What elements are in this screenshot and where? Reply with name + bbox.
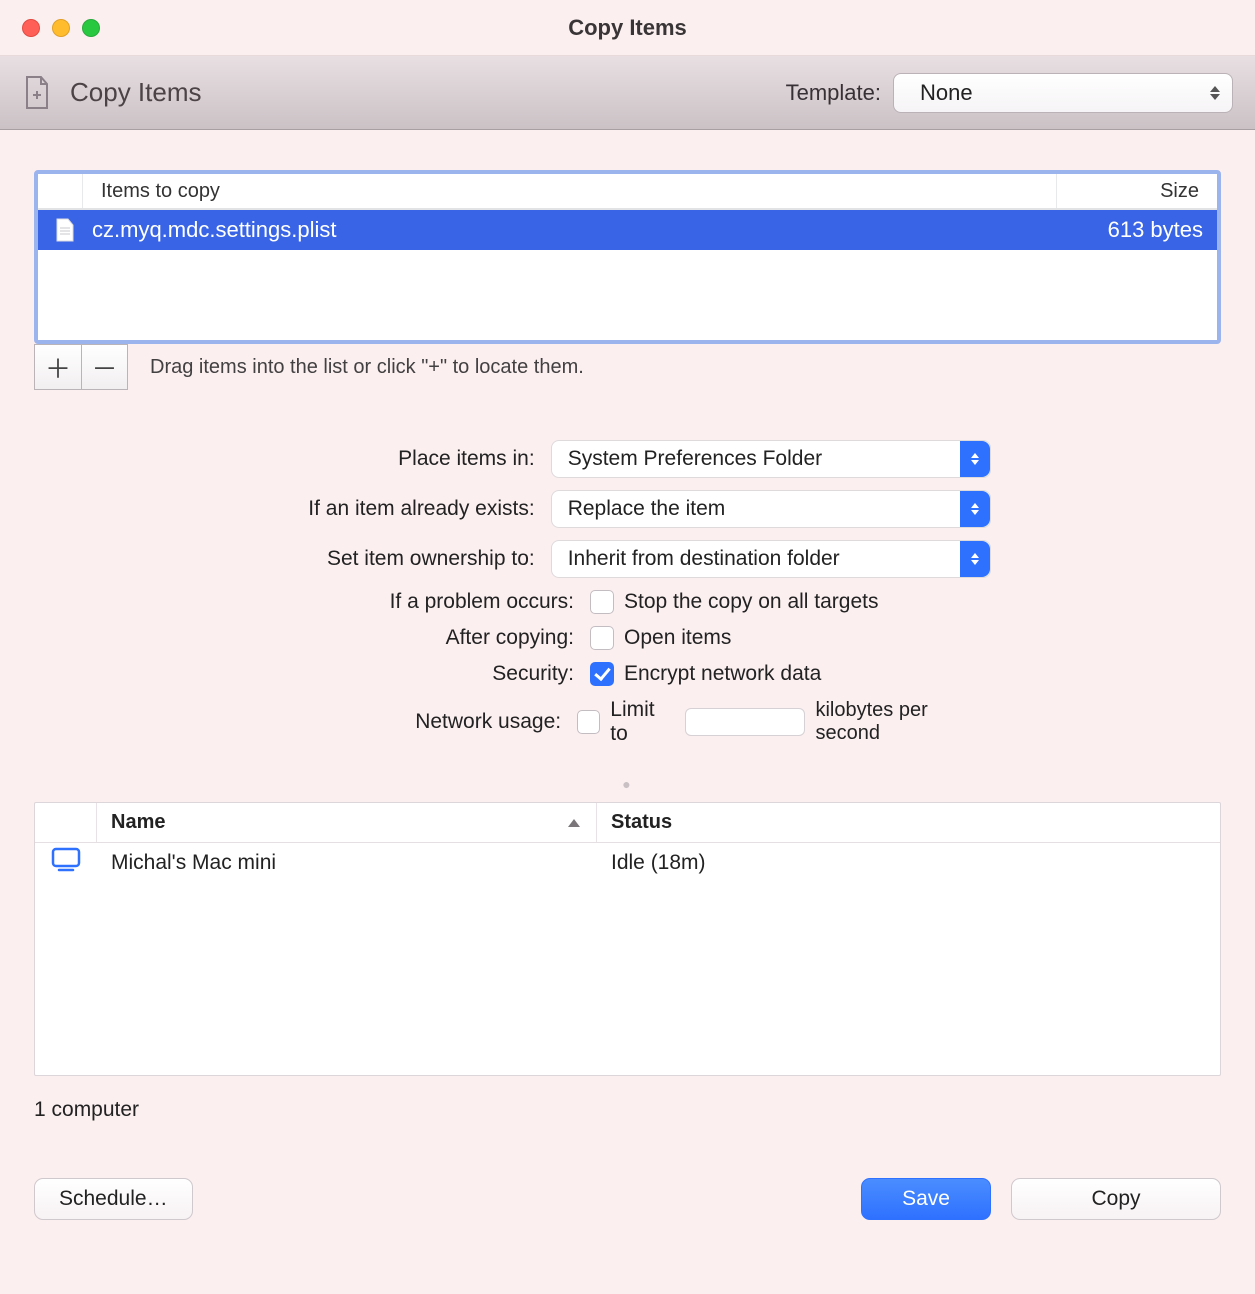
remove-item-button[interactable]: －: [81, 345, 127, 389]
toolbar-title: Copy Items: [70, 77, 202, 108]
schedule-button[interactable]: Schedule…: [34, 1178, 193, 1220]
copy-button[interactable]: Copy: [1011, 1178, 1221, 1220]
window-controls: [22, 19, 100, 37]
targets-row-name: Michal's Mac mini: [97, 851, 597, 875]
select-arrows-icon: [960, 441, 990, 477]
network-checkbox[interactable]: [577, 710, 600, 734]
targets-header-status[interactable]: Status: [597, 803, 1220, 842]
targets-footer: 1 computer: [34, 1098, 1221, 1122]
place-label: Place items in:: [34, 447, 535, 471]
targets-table: Name Status Michal's Mac mini Idl: [34, 802, 1221, 1076]
security-label: Security:: [34, 662, 574, 686]
targets-header-status-label: Status: [611, 811, 672, 834]
exists-value: Replace the item: [568, 497, 726, 521]
targets-row-status: Idle (18m): [597, 851, 1220, 875]
problem-label: If a problem occurs:: [34, 590, 574, 614]
template-select[interactable]: None: [893, 73, 1233, 113]
after-check-label: Open items: [624, 626, 731, 650]
updown-icon: [1210, 86, 1220, 100]
after-label: After copying:: [34, 626, 574, 650]
sort-asc-icon: [568, 819, 580, 827]
computer-icon: [51, 847, 81, 879]
select-arrows-icon: [960, 491, 990, 527]
network-label: Network usage:: [34, 710, 561, 734]
targets-header-icon: [35, 803, 97, 842]
items-header-name[interactable]: Items to copy: [82, 174, 1057, 208]
ownership-value: Inherit from destination folder: [568, 547, 840, 571]
items-row-size: 613 bytes: [1043, 217, 1203, 243]
template-value: None: [920, 80, 973, 106]
zoom-window-icon[interactable]: [82, 19, 100, 37]
window-title: Copy Items: [0, 15, 1255, 41]
minimize-window-icon[interactable]: [52, 19, 70, 37]
items-hint: Drag items into the list or click "+" to…: [150, 356, 584, 379]
exists-label: If an item already exists:: [34, 497, 535, 521]
toolbar: Copy Items Template: None: [0, 56, 1255, 130]
close-window-icon[interactable]: [22, 19, 40, 37]
security-checkbox[interactable]: [590, 662, 614, 686]
ownership-select[interactable]: Inherit from destination folder: [551, 540, 991, 578]
items-header-size[interactable]: Size: [1057, 174, 1217, 208]
add-item-button[interactable]: ＋: [35, 345, 81, 389]
network-limit-input[interactable]: [685, 708, 805, 736]
problem-checkbox[interactable]: [590, 590, 614, 614]
network-check-label: Limit to: [610, 698, 675, 746]
network-unit: kilobytes per second: [815, 699, 991, 745]
items-table: Items to copy Size cz.myq.mdc.settings.p…: [34, 170, 1221, 344]
select-arrows-icon: [960, 541, 990, 577]
file-icon: [52, 217, 78, 243]
targets-header-name[interactable]: Name: [97, 803, 597, 842]
exists-select[interactable]: Replace the item: [551, 490, 991, 528]
problem-check-label: Stop the copy on all targets: [624, 590, 879, 614]
template-label: Template:: [786, 80, 881, 106]
items-table-header: Items to copy Size: [38, 174, 1217, 210]
divider-dot-icon: ●: [34, 776, 1221, 792]
place-select[interactable]: System Preferences Folder: [551, 440, 991, 478]
items-row[interactable]: cz.myq.mdc.settings.plist 613 bytes: [38, 210, 1217, 250]
targets-header-name-label: Name: [111, 811, 165, 834]
titlebar: Copy Items: [0, 0, 1255, 56]
items-row-name: cz.myq.mdc.settings.plist: [92, 217, 1043, 243]
security-check-label: Encrypt network data: [624, 662, 821, 686]
save-button[interactable]: Save: [861, 1178, 991, 1220]
targets-row[interactable]: Michal's Mac mini Idle (18m): [35, 843, 1220, 883]
place-value: System Preferences Folder: [568, 447, 822, 471]
copy-items-icon: [22, 75, 52, 111]
ownership-label: Set item ownership to:: [34, 547, 535, 571]
after-checkbox[interactable]: [590, 626, 614, 650]
